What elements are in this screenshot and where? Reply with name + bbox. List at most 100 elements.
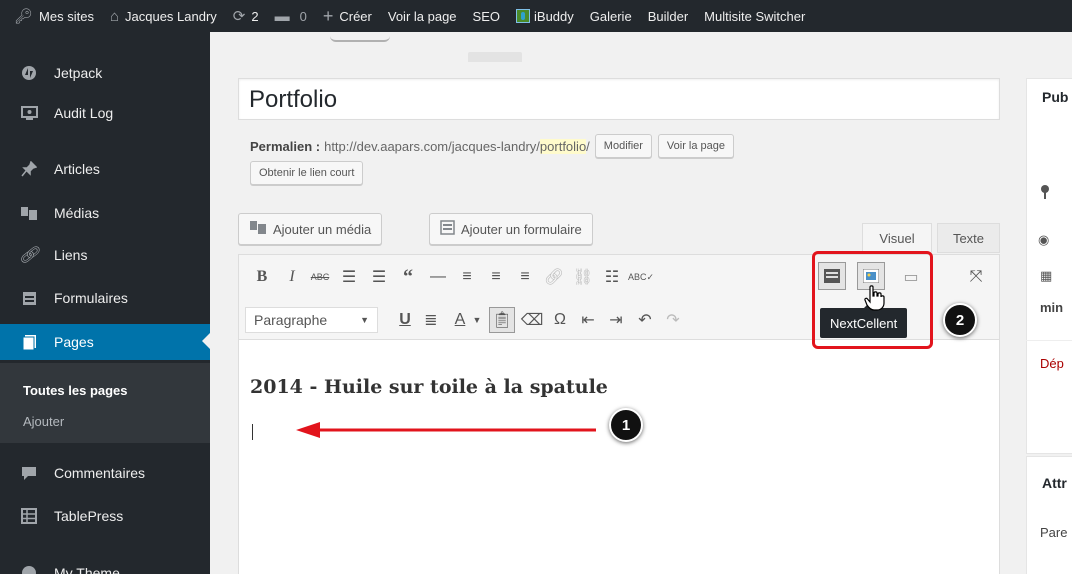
sidebar-item-label: Médias	[54, 205, 100, 221]
jetpack-icon	[17, 65, 41, 81]
blockquote-button[interactable]: “	[395, 264, 421, 290]
insert-link-icon[interactable]: 🔗︎	[541, 264, 567, 290]
ibuddy-icon	[516, 9, 531, 23]
create-label: Créer	[339, 8, 372, 24]
media-icon	[17, 206, 41, 221]
text-color-dropdown-icon[interactable]: ▼	[470, 307, 484, 333]
builder-menu[interactable]: Builder	[640, 0, 696, 32]
parent-label: Pare	[1040, 525, 1068, 540]
add-media-button[interactable]: Ajouter un média	[238, 213, 383, 245]
sidebar-item-commentaires[interactable]: Commentaires	[0, 456, 210, 490]
my-sites-menu[interactable]: 🔑︎ Mes sites	[0, 0, 102, 32]
comment-icon	[17, 466, 41, 481]
read-more-button[interactable]: ☷	[599, 264, 625, 290]
undo-icon[interactable]: ↶	[632, 307, 658, 333]
view-page-button[interactable]: Voir la page	[657, 134, 735, 158]
bold-button[interactable]: B	[249, 264, 275, 290]
sidebar-item-label: TablePress	[54, 508, 124, 524]
sidebar-item-label: Jetpack	[54, 65, 103, 81]
submenu-all-pages[interactable]: Toutes les pages	[23, 383, 128, 398]
permalink-label: Permalien :	[250, 138, 321, 154]
format-select[interactable]: Paragraphe ▼	[245, 307, 378, 333]
sidebar-item-jetpack[interactable]: Jetpack	[0, 56, 210, 90]
multisite-switcher-menu[interactable]: Multisite Switcher	[696, 0, 813, 32]
redo-icon[interactable]: ↷	[660, 307, 686, 333]
my-sites-label: Mes sites	[39, 8, 94, 24]
move-to-trash-link[interactable]: Dép	[1040, 356, 1064, 371]
italic-button[interactable]: I	[279, 264, 305, 290]
paste-as-text-icon[interactable]: 📋︎	[489, 307, 515, 333]
content-heading: 2014 - Huile sur toile à la spatule	[250, 376, 608, 398]
align-left-button[interactable]: ≡	[454, 264, 480, 290]
tab-text[interactable]: Texte	[937, 223, 1000, 253]
media-icon	[249, 220, 267, 239]
add-media-label: Ajouter un média	[273, 221, 372, 237]
align-center-button[interactable]: ≡	[483, 264, 509, 290]
modify-permalink-button[interactable]: Modifier	[594, 134, 652, 158]
indent-icon[interactable]: ⇥	[603, 307, 629, 333]
ibuddy-menu[interactable]: iBuddy	[508, 0, 582, 32]
sidebar-item-label: My Theme	[54, 565, 120, 574]
publish-box: Pub	[1026, 78, 1072, 454]
seo-label: SEO	[472, 8, 501, 24]
sidebar-item-formulaires[interactable]: Formulaires	[0, 281, 210, 315]
calendar-icon: ▦	[1040, 268, 1053, 283]
sidebar-item-audit-log[interactable]: Audit Log	[0, 96, 210, 130]
tab-visual[interactable]: Visuel	[862, 223, 932, 253]
chevron-down-icon: ▼	[360, 315, 369, 325]
align-right-button[interactable]: ≡	[512, 264, 538, 290]
builder-label: Builder	[647, 8, 689, 24]
horizontal-line-button[interactable]: —	[425, 264, 451, 290]
numbered-list-button[interactable]: ☰	[366, 264, 392, 290]
submenu-add-page[interactable]: Ajouter	[23, 414, 64, 429]
link-icon: 🔗︎	[18, 247, 40, 264]
update-icon: ⟳	[232, 7, 246, 25]
site-name-menu[interactable]: ⌂ Jacques Landry	[102, 0, 225, 32]
red-arrow-annotation	[296, 422, 596, 438]
text-caret	[252, 424, 253, 440]
underline-button[interactable]: U	[392, 307, 418, 333]
add-form-button[interactable]: Ajouter un formulaire	[429, 213, 593, 245]
sidebar-item-my-theme[interactable]: My Theme	[0, 556, 210, 574]
post-title-input[interactable]: Portfolio	[238, 78, 1000, 120]
pushpin-icon	[17, 161, 41, 177]
strikethrough-button[interactable]: ABC	[307, 264, 333, 290]
bullet-list-button[interactable]: ☰	[336, 264, 362, 290]
view-page-link[interactable]: Voir la page	[380, 0, 465, 32]
create-menu[interactable]: + Créer	[315, 0, 380, 32]
updates-menu[interactable]: ⟳ 2	[225, 0, 267, 32]
sidebar-item-label: Pages	[54, 334, 94, 350]
sidebar-item-label: Articles	[54, 161, 100, 177]
sidebar-item-tablepress[interactable]: TablePress	[0, 499, 210, 533]
sidebar-item-label: Audit Log	[54, 105, 114, 121]
plus-icon: +	[322, 6, 334, 26]
permalink-row: Permalien : http://dev.aapars.com/jacque…	[250, 134, 735, 158]
permalink-url[interactable]: http://dev.aapars.com/jacques-landry/por…	[324, 138, 590, 154]
galerie-menu[interactable]: Galerie	[582, 0, 640, 32]
comments-count: 0	[299, 8, 307, 24]
clear-formatting-icon[interactable]: ⌫	[519, 307, 545, 333]
theme-icon	[17, 565, 41, 574]
comments-menu[interactable]: ▬ 0	[267, 0, 315, 32]
permalink-base: http://dev.aapars.com/jacques-landry/	[324, 138, 540, 154]
outdent-icon[interactable]: ⇤	[575, 307, 601, 333]
remove-link-icon[interactable]: ⛓︎	[570, 264, 596, 290]
sidebar-item-liens[interactable]: 🔗︎ Liens	[0, 238, 210, 272]
publish-schedule-text: min	[1040, 300, 1064, 315]
wordpress-key-icon: 🔑︎	[14, 7, 34, 25]
seo-menu[interactable]: SEO	[465, 0, 508, 32]
sidebar-item-articles[interactable]: Articles	[0, 152, 210, 186]
special-character-icon[interactable]: Ω	[547, 307, 573, 333]
view-page-label: Voir la page	[387, 8, 457, 24]
sidebar-item-medias[interactable]: Médias	[0, 196, 210, 230]
permalink-slug: portfolio	[539, 138, 587, 154]
spellcheck-button[interactable]: ABC✓	[628, 264, 654, 290]
sidebar-item-pages[interactable]: Pages	[0, 324, 210, 360]
publish-divider	[1026, 340, 1072, 341]
fullscreen-icon[interactable]: ⤧	[963, 264, 989, 290]
sidebar-item-label: Liens	[54, 247, 88, 263]
permalink-end: /	[586, 138, 590, 154]
get-short-link-button[interactable]: Obtenir le lien court	[250, 161, 364, 185]
justify-button[interactable]: ≣	[418, 307, 444, 333]
comment-bubble-icon: ▬	[274, 7, 290, 25]
